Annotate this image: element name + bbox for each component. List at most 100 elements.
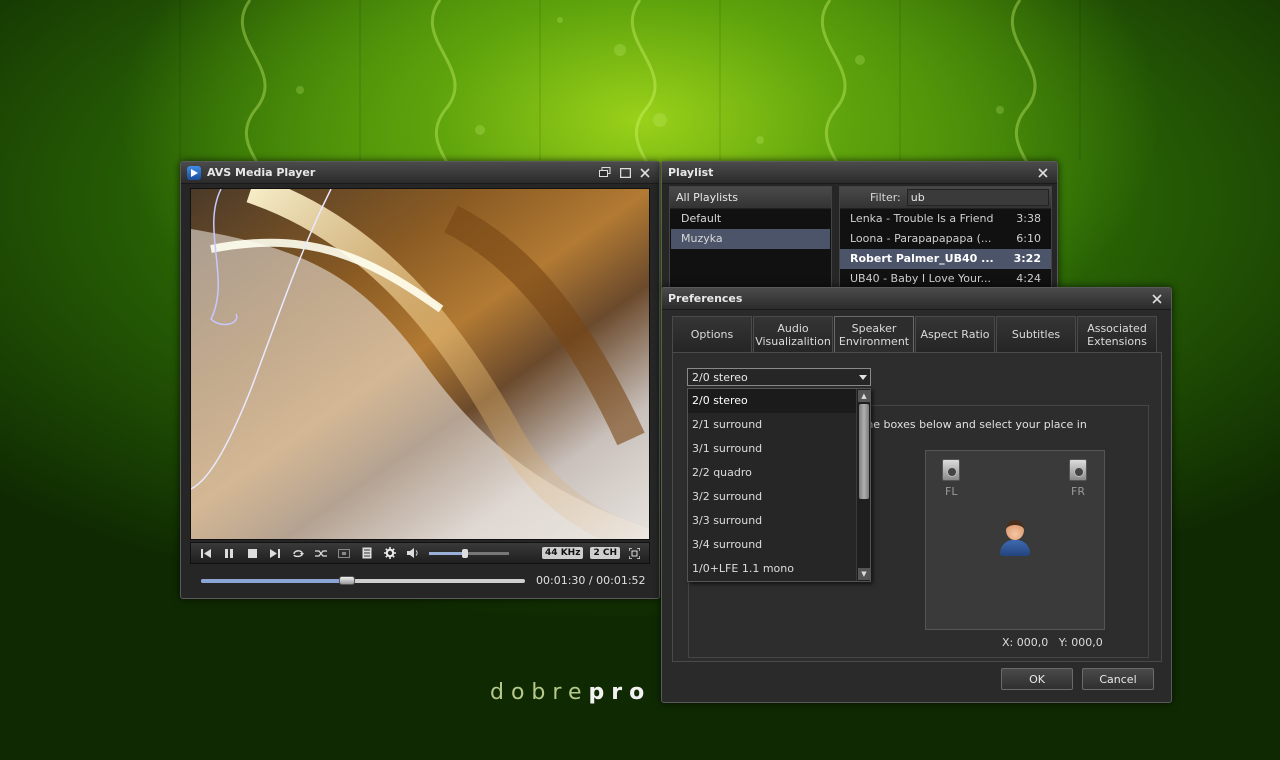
track-duration: 6:10 (1016, 232, 1041, 245)
playlist-item-default[interactable]: Default (671, 209, 830, 229)
track-title: Loona - Parapapapapa (... (850, 232, 992, 245)
option-2-0-stereo[interactable]: 2/0 stereo (688, 389, 856, 413)
seek-handle[interactable] (338, 576, 355, 585)
snapshot-icon[interactable] (335, 545, 353, 561)
track-title: Robert Palmer_UB40 ... (850, 252, 994, 265)
track-row[interactable]: Lenka - Trouble Is a Friend 3:38 (840, 209, 1051, 229)
time-separator: / (588, 574, 593, 587)
coord-y-label: Y: (1058, 636, 1068, 649)
total-time: 00:01:52 (596, 574, 646, 587)
tab-options[interactable]: Options (672, 316, 752, 352)
option-1-0-lfe-mono[interactable]: 1/0+LFE 1.1 mono (688, 557, 856, 581)
previous-icon[interactable] (197, 545, 215, 561)
stop-icon[interactable] (243, 545, 261, 561)
close-icon[interactable] (1149, 292, 1165, 306)
track-title: Lenka - Trouble Is a Friend (850, 212, 994, 225)
video-area[interactable] (190, 188, 650, 540)
playlist-icon[interactable] (358, 545, 376, 561)
track-row[interactable]: Loona - Parapapapapa (... 6:10 (840, 229, 1051, 249)
repeat-icon[interactable] (289, 545, 307, 561)
volume-level (429, 551, 465, 555)
restore-icon[interactable] (597, 166, 613, 180)
volume-knob[interactable] (462, 548, 468, 558)
brand-bold: pro (588, 680, 652, 705)
track-row-playing[interactable]: Robert Palmer_UB40 ... 3:22 (840, 249, 1051, 269)
pause-icon[interactable] (220, 545, 238, 561)
visualization-graphic (191, 189, 649, 539)
scroll-down-icon[interactable]: ▼ (858, 568, 870, 580)
speaker-fl-icon[interactable] (942, 459, 960, 481)
preferences-title: Preferences (668, 292, 743, 305)
speaker-fr-label: FR (1071, 485, 1085, 498)
close-icon[interactable] (637, 166, 653, 180)
volume-icon[interactable] (404, 545, 422, 561)
speaker-config-select[interactable]: 2/0 stereo (687, 368, 871, 386)
maximize-icon[interactable] (617, 166, 633, 180)
playlist-titlebar[interactable]: Playlist (662, 162, 1057, 184)
playlist-window: Playlist All Playlists Default Muzyka Fi… (661, 161, 1058, 291)
filter-label: Filter: (870, 191, 901, 204)
scroll-up-icon[interactable]: ▲ (858, 390, 870, 402)
preferences-titlebar[interactable]: Preferences (662, 288, 1171, 310)
option-3-4-surround[interactable]: 3/4 surround (688, 533, 856, 557)
tab-subtitles[interactable]: Subtitles (996, 316, 1076, 352)
brand-light: dobre (490, 680, 589, 705)
next-icon[interactable] (266, 545, 284, 561)
option-2-1-surround[interactable]: 2/1 surround (688, 413, 856, 437)
seek-progress (201, 579, 347, 583)
tab-speaker-environment[interactable]: Speaker Environment (834, 316, 914, 352)
coord-y-value: 000,0 (1071, 636, 1103, 649)
option-2-2-quadro[interactable]: 2/2 quadro (688, 461, 856, 485)
instruction-text: the boxes below and select your place in (862, 418, 1087, 431)
speaker-room[interactable]: FL FR (925, 450, 1105, 630)
player-title: AVS Media Player (207, 166, 316, 179)
shuffle-icon[interactable] (312, 545, 330, 561)
chevron-down-icon[interactable] (856, 374, 870, 380)
current-time: 00:01:30 (536, 574, 586, 587)
speaker-config-dropdown: 2/0 stereo 2/1 surround 3/1 surround 2/2… (687, 388, 871, 582)
speaker-fr-icon[interactable] (1069, 459, 1087, 481)
scroll-thumb[interactable] (859, 404, 869, 499)
brand-watermark: dobrepro (490, 680, 651, 705)
app-logo-icon (187, 165, 201, 180)
filter-row: Filter: (840, 187, 1051, 209)
filter-input[interactable] (906, 189, 1049, 206)
preferences-dialog: Preferences Options Audio Visualizalitio… (661, 287, 1172, 703)
playback-controls: 44 KHz 2 CH (190, 542, 650, 564)
player-titlebar[interactable]: AVS Media Player (181, 162, 659, 184)
time-display: 00:01:30 / 00:01:52 (536, 574, 646, 587)
track-row[interactable]: UB40 - Baby I Love Your... 4:24 (840, 269, 1051, 289)
ok-button[interactable]: OK (1001, 668, 1073, 690)
tab-audio-visualization[interactable]: Audio Visualizalition (753, 316, 833, 352)
channels-badge: 2 CH (590, 547, 620, 559)
coord-x-value: 000,0 (1016, 636, 1049, 649)
media-player-window: AVS Media Player 44 KHz 2 CH 00:01:30 / … (180, 161, 660, 599)
track-duration: 4:24 (1016, 272, 1041, 285)
playlist-title: Playlist (668, 166, 714, 179)
dropdown-scrollbar[interactable]: ▲ ▼ (856, 389, 870, 581)
speaker-config-value: 2/0 stereo (692, 370, 748, 384)
close-icon[interactable] (1035, 166, 1051, 180)
track-title: UB40 - Baby I Love Your... (850, 272, 991, 285)
track-duration: 3:38 (1016, 212, 1041, 225)
all-playlists-header[interactable]: All Playlists (670, 187, 831, 209)
playlists-panel: All Playlists Default Muzyka (669, 186, 832, 290)
option-3-1-surround[interactable]: 3/1 surround (688, 437, 856, 461)
position-coordinates: X: 000,0 Y: 000,0 (1002, 636, 1103, 649)
track-duration: 3:22 (1013, 252, 1041, 265)
preferences-tabs: Options Audio Visualizalition Speaker En… (672, 316, 1157, 352)
fullscreen-icon[interactable] (625, 545, 643, 561)
settings-gear-icon[interactable] (381, 545, 399, 561)
option-3-2-surround[interactable]: 3/2 surround (688, 485, 856, 509)
volume-slider[interactable] (429, 548, 509, 558)
seek-bar[interactable] (201, 576, 525, 585)
option-3-3-surround[interactable]: 3/3 surround (688, 509, 856, 533)
tab-associated-extensions[interactable]: Associated Extensions (1077, 316, 1157, 352)
cancel-button[interactable]: Cancel (1082, 668, 1154, 690)
listener-body (1000, 540, 1030, 556)
playlist-item-muzyka[interactable]: Muzyka (671, 229, 830, 249)
listener-icon[interactable] (999, 518, 1031, 558)
tab-aspect-ratio[interactable]: Aspect Ratio (915, 316, 995, 352)
speaker-fl-label: FL (945, 485, 958, 498)
coord-x-label: X: (1002, 636, 1014, 649)
